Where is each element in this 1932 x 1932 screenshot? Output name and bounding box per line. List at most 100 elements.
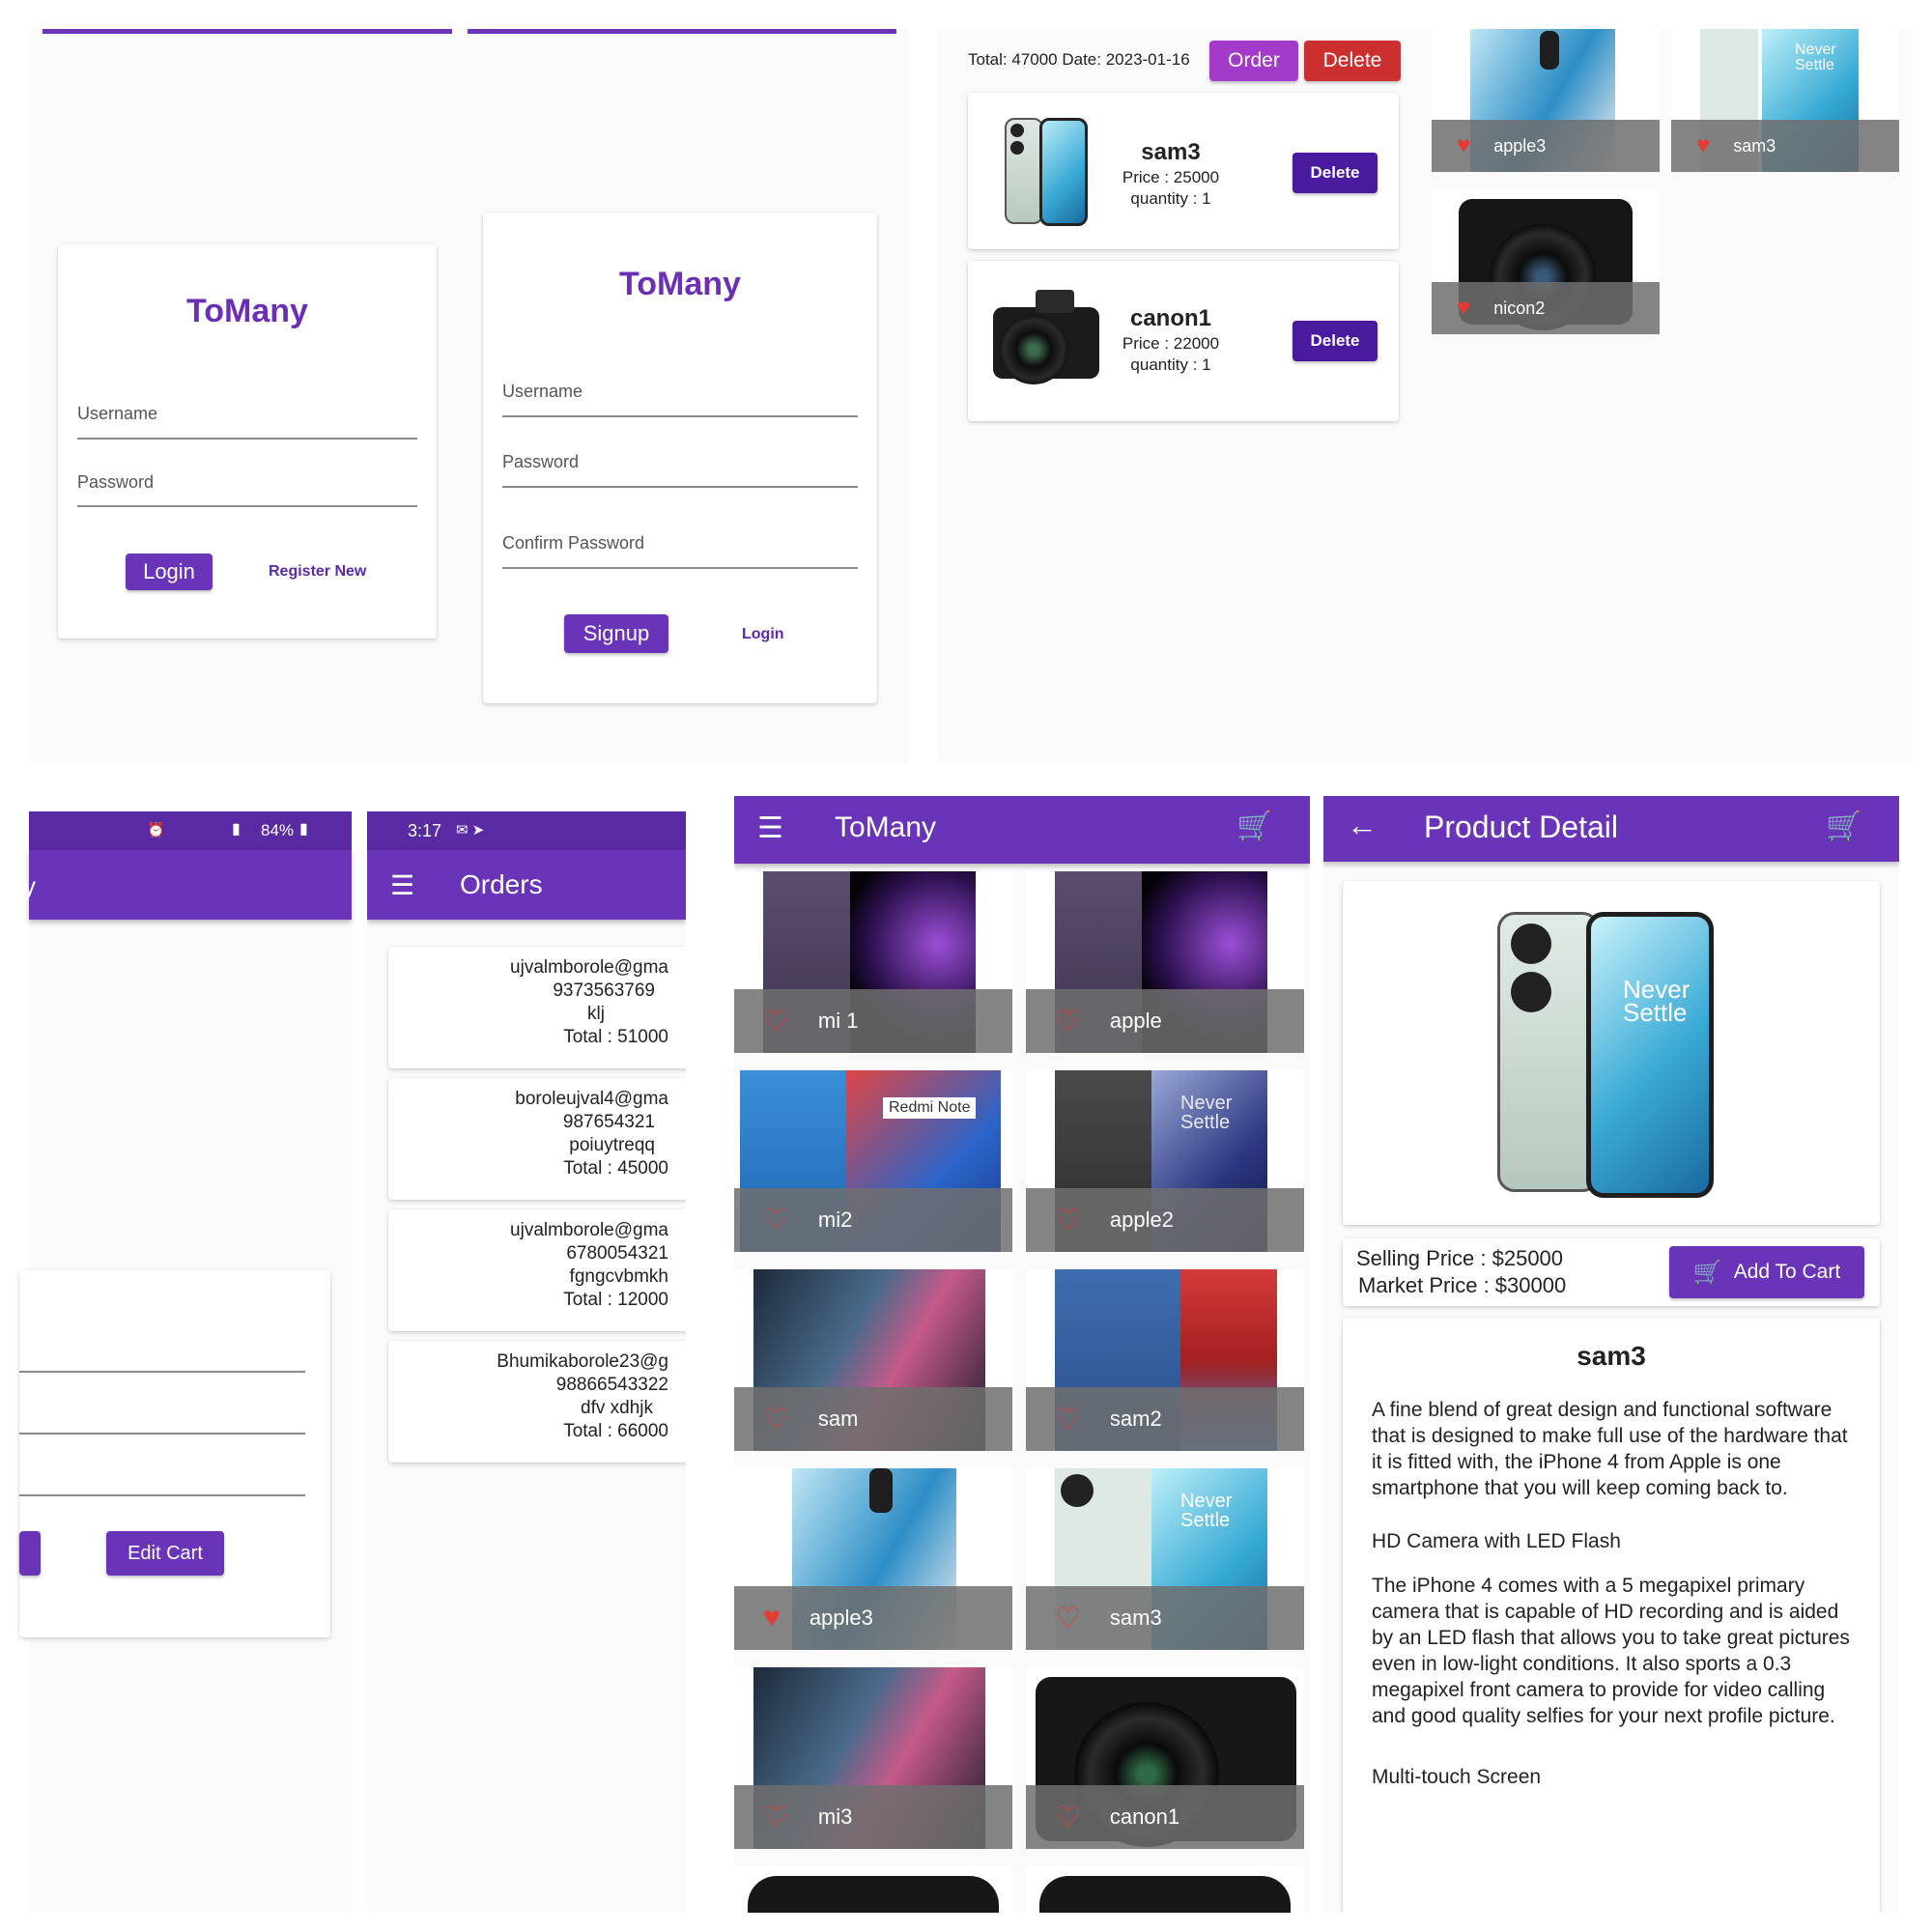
order-card[interactable]: Bhumikaborole23@g 98866543322 dfv xdhjk … <box>388 1341 686 1463</box>
add-to-cart-button[interactable]: 🛒 Add To Cart <box>1669 1246 1864 1298</box>
product-tile[interactable]: ♡ mi3 <box>734 1667 1012 1849</box>
market-price: Market Price : $30000 <box>1358 1273 1567 1297</box>
edit-cart-card: Edit Cart <box>19 1270 330 1637</box>
cart-item-price: Price : 25000 <box>1122 168 1220 186</box>
heart-outline-icon[interactable]: ♡ <box>1055 1801 1081 1834</box>
login-link[interactable]: Login <box>742 626 784 643</box>
heart-outline-icon[interactable]: ♡ <box>763 1204 789 1237</box>
password-field[interactable]: Password <box>502 452 579 472</box>
order-email: boroleujval4@gma <box>515 1089 668 1109</box>
heart-filled-icon[interactable]: ♥ <box>1696 132 1710 159</box>
primary-button-partial[interactable] <box>19 1531 41 1576</box>
order-card[interactable]: boroleujval4@gma 987654321 poiuytreqq To… <box>388 1078 686 1200</box>
order-note: dfv xdhjk <box>581 1398 653 1418</box>
favorite-tile[interactable]: Never Settle ♥ sam3 <box>1671 29 1899 172</box>
register-link[interactable]: Register New <box>269 563 366 581</box>
password-field[interactable]: Password <box>77 472 154 493</box>
order-note: fgngcvbmkh <box>569 1266 668 1287</box>
product-tile[interactable]: ♡ apple <box>1026 871 1304 1053</box>
heart-outline-icon[interactable]: ♡ <box>763 1403 789 1436</box>
top-bar-line <box>43 29 452 34</box>
favorite-tile[interactable]: ♥ apple3 <box>1432 29 1660 172</box>
cart-icon[interactable]: 🛒 <box>1826 810 1861 843</box>
cart-item-delete-button[interactable]: Delete <box>1293 153 1378 193</box>
app-bar: ☰ Orders <box>367 850 686 920</box>
signup-button[interactable]: Signup <box>564 614 668 653</box>
order-email: ujvalmborole@gma <box>510 1220 668 1240</box>
product-tile[interactable] <box>1026 1866 1304 1913</box>
order-card[interactable]: ujvalmborole@gma 6780054321 fgngcvbmkh T… <box>388 1209 686 1331</box>
heart-filled-icon[interactable]: ♥ <box>1457 132 1470 159</box>
cart-icon: 🛒 <box>1692 1259 1722 1286</box>
menu-icon[interactable]: ☰ <box>390 869 414 901</box>
selling-price: Selling Price : $25000 <box>1356 1246 1564 1270</box>
detail-screen: ← Product Detail 🛒 Never Settle Selling … <box>1323 796 1899 1913</box>
edit-cart-button[interactable]: Edit Cart <box>106 1531 224 1576</box>
product-tile[interactable]: ♡ sam <box>734 1269 1012 1451</box>
never-settle-text: Never Settle <box>1180 1491 1233 1531</box>
app-bar-title: Orders <box>460 869 543 899</box>
field-underline[interactable] <box>19 1371 305 1373</box>
price-card: Selling Price : $25000 Market Price : $3… <box>1343 1238 1880 1306</box>
login-button[interactable]: Login <box>126 554 213 590</box>
signal-icon: ▮ <box>232 821 241 838</box>
never-settle-text: Never Settle <box>1180 1093 1233 1133</box>
delete-all-button[interactable]: Delete <box>1304 41 1401 81</box>
product-tile[interactable]: ♡ mi 1 <box>734 871 1012 1053</box>
back-arrow-icon[interactable]: ← <box>1347 808 1378 843</box>
heart-outline-icon[interactable]: ♡ <box>1055 1602 1081 1635</box>
description-card: sam3 A fine blend of great design and fu… <box>1343 1318 1880 1913</box>
product-tile[interactable]: Redmi Note ♡ mi2 <box>734 1070 1012 1252</box>
product-image-phone: Never Settle <box>1497 912 1719 1198</box>
heart-outline-icon[interactable]: ♡ <box>1055 1204 1081 1237</box>
field-underline[interactable] <box>19 1433 305 1435</box>
product-label: canon1 <box>1109 1804 1180 1829</box>
app-bar: y <box>23 850 352 920</box>
username-field[interactable]: Username <box>77 404 157 424</box>
cart-icon[interactable]: 🛒 <box>1236 810 1272 843</box>
product-tile[interactable]: Never Settle ♡ apple2 <box>1026 1070 1304 1252</box>
product-tile[interactable]: ♡ canon1 <box>1026 1667 1304 1849</box>
product-tile[interactable]: ♥ apple3 <box>734 1468 1012 1650</box>
add-to-cart-label: Add To Cart <box>1733 1261 1841 1283</box>
product-tile[interactable] <box>734 1866 1012 1913</box>
product-label: sam2 <box>1109 1406 1162 1431</box>
product-tile[interactable]: Never Settle ♡ sam3 <box>1026 1468 1304 1650</box>
product-name: sam3 <box>1577 1341 1646 1371</box>
username-underline <box>502 415 858 417</box>
order-phone: 987654321 <box>562 1112 655 1132</box>
order-button[interactable]: Order <box>1209 41 1298 81</box>
battery-percent: 84% <box>261 821 295 839</box>
heart-outline-icon[interactable]: ♡ <box>1055 1403 1081 1436</box>
heart-filled-icon[interactable]: ♥ <box>1457 295 1470 322</box>
description-heading: HD Camera with LED Flash <box>1372 1530 1621 1552</box>
redmi-note-text: Redmi Note <box>883 1097 977 1119</box>
product-label: mi3 <box>817 1804 853 1829</box>
app-title: ToMany <box>186 293 308 329</box>
heart-outline-icon[interactable]: ♡ <box>763 1801 789 1834</box>
order-total: Total : 66000 <box>563 1421 668 1441</box>
favorite-tile[interactable]: ♥ nicon2 <box>1432 189 1660 334</box>
battery-icon: ▮ <box>299 821 308 838</box>
field-underline[interactable] <box>19 1494 305 1496</box>
order-email: ujvalmborole@gma <box>510 957 668 978</box>
username-field[interactable]: Username <box>502 382 582 402</box>
heart-outline-icon[interactable]: ♡ <box>1055 1005 1081 1038</box>
product-image-card: Never Settle <box>1343 881 1880 1225</box>
product-label: apple2 <box>1109 1208 1174 1232</box>
confirm-password-field[interactable]: Confirm Password <box>502 533 644 554</box>
product-tile[interactable]: ♡ sam2 <box>1026 1269 1304 1451</box>
menu-icon[interactable]: ☰ <box>757 811 783 845</box>
heart-outline-icon[interactable]: ♡ <box>763 1005 789 1038</box>
signup-card: ToMany Username Password Confirm Passwor… <box>483 213 877 703</box>
cart-item-name: sam3 <box>1141 139 1201 165</box>
app-bar-title-fragment: y <box>23 871 36 900</box>
status-bar: ⏰ ▮ 84% ▮ <box>29 811 352 850</box>
cart-item: canon1 Price : 22000 quantity : 1 Delete <box>968 261 1399 421</box>
favorite-overlay: ♥ nicon2 <box>1432 282 1660 334</box>
heart-filled-icon[interactable]: ♥ <box>763 1602 781 1634</box>
cart-screen: Total: 47000 Date: 2023-01-16 Order Dele… <box>937 29 1430 763</box>
never-settle-text: Never Settle <box>1623 975 1690 1027</box>
order-card[interactable]: ujvalmborole@gma 9373563769 klj Total : … <box>388 947 686 1068</box>
cart-item-delete-button[interactable]: Delete <box>1293 321 1378 361</box>
